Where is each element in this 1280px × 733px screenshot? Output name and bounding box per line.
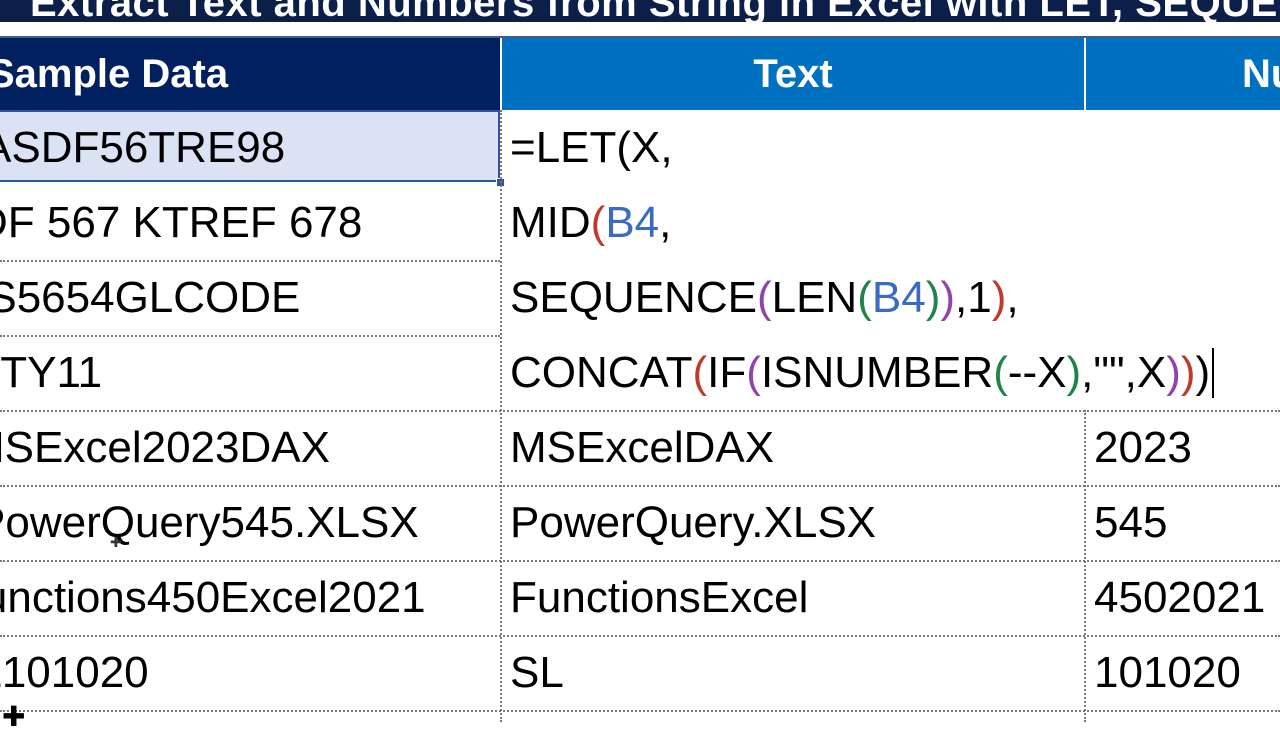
cell-c-row8[interactable]: 101020 (1094, 636, 1280, 710)
cell-a-row8[interactable]: SL101020 (0, 636, 500, 710)
cell-value: FunctionsExcel (510, 573, 809, 622)
header-label: Numbers (1242, 51, 1280, 96)
formula-line-4[interactable]: CONCAT(IF(ISNUMBER(--X) ,"",X))) (510, 336, 1215, 410)
cell-b-row6[interactable]: PowerQuery.XLSX (510, 486, 1084, 560)
cell-value: ASDF56TRE98 (0, 123, 286, 172)
cell-a-row3[interactable]: AS5654GLCODE (0, 261, 500, 335)
header-label: Sample Data (0, 51, 229, 96)
text-caret (1212, 348, 1215, 398)
cell-c-row7[interactable]: 4502021 (1094, 561, 1280, 635)
cell-b-row7[interactable]: FunctionsExcel (510, 561, 1084, 635)
video-title: Extract Text and Numbers from String in … (30, 0, 1280, 22)
header-label: Text (753, 51, 833, 96)
cell-a-row5[interactable]: MSExcel2023DAX (0, 411, 500, 485)
cell-value: MSExcel2023DAX (0, 423, 330, 472)
column-header-sample-data[interactable]: Sample Data (0, 38, 500, 110)
cell-a-row7[interactable]: Functions450Excel2021 (0, 561, 500, 635)
cell-value: Functions450Excel2021 (0, 573, 426, 622)
cell-a-row4[interactable]: QTY11 (0, 336, 500, 410)
formula-line-2[interactable]: MID(B4, (510, 186, 671, 260)
formula-line-1[interactable]: =LET(X, (510, 111, 673, 185)
cell-value: SL (510, 648, 564, 697)
row-divider (0, 710, 1280, 712)
cell-value: PowerQuery545.XLSX (0, 498, 419, 547)
cell-value: 101020 (1094, 648, 1241, 697)
cell-a-row2[interactable]: DF 567 KTREF 678 (0, 186, 500, 260)
cell-c-row6[interactable]: 545 (1094, 486, 1280, 560)
formula-line-3[interactable]: SEQUENCE(LEN(B4)) ,1), (510, 261, 1019, 335)
video-title-bar: Extract Text and Numbers from String in … (0, 0, 1280, 22)
cell-b-row8[interactable]: SL (510, 636, 1084, 710)
cell-value: 4502021 (1094, 573, 1266, 622)
cell-value: 2023 (1094, 423, 1192, 472)
cell-value: 545 (1094, 498, 1168, 547)
column-header-text[interactable]: Text (502, 38, 1084, 110)
mouse-cursor-icon: ✚ (110, 534, 122, 550)
cell-a-row6[interactable]: PowerQuery545.XLSX (0, 486, 500, 560)
cell-value: MSExcelDAX (510, 423, 775, 472)
cell-select-cursor-icon: ✚ (2, 701, 26, 732)
cell-value: DF 567 KTREF 678 (0, 198, 363, 247)
spreadsheet-grid: Sample Data Text Numbers ASDF56TRE98 DF … (0, 36, 1280, 732)
cell-value: SL101020 (0, 648, 149, 697)
cell-value: QTY11 (0, 348, 103, 397)
column-divider (1084, 410, 1086, 722)
cell-c-row5[interactable]: 2023 (1094, 411, 1280, 485)
cell-b-row5[interactable]: MSExcelDAX (510, 411, 1084, 485)
column-header-numbers[interactable]: Numbers (1086, 38, 1280, 110)
cell-a-row1[interactable]: ASDF56TRE98 (0, 111, 500, 185)
cell-value: AS5654GLCODE (0, 273, 301, 322)
cell-value: PowerQuery.XLSX (510, 498, 877, 547)
column-divider (500, 110, 502, 722)
